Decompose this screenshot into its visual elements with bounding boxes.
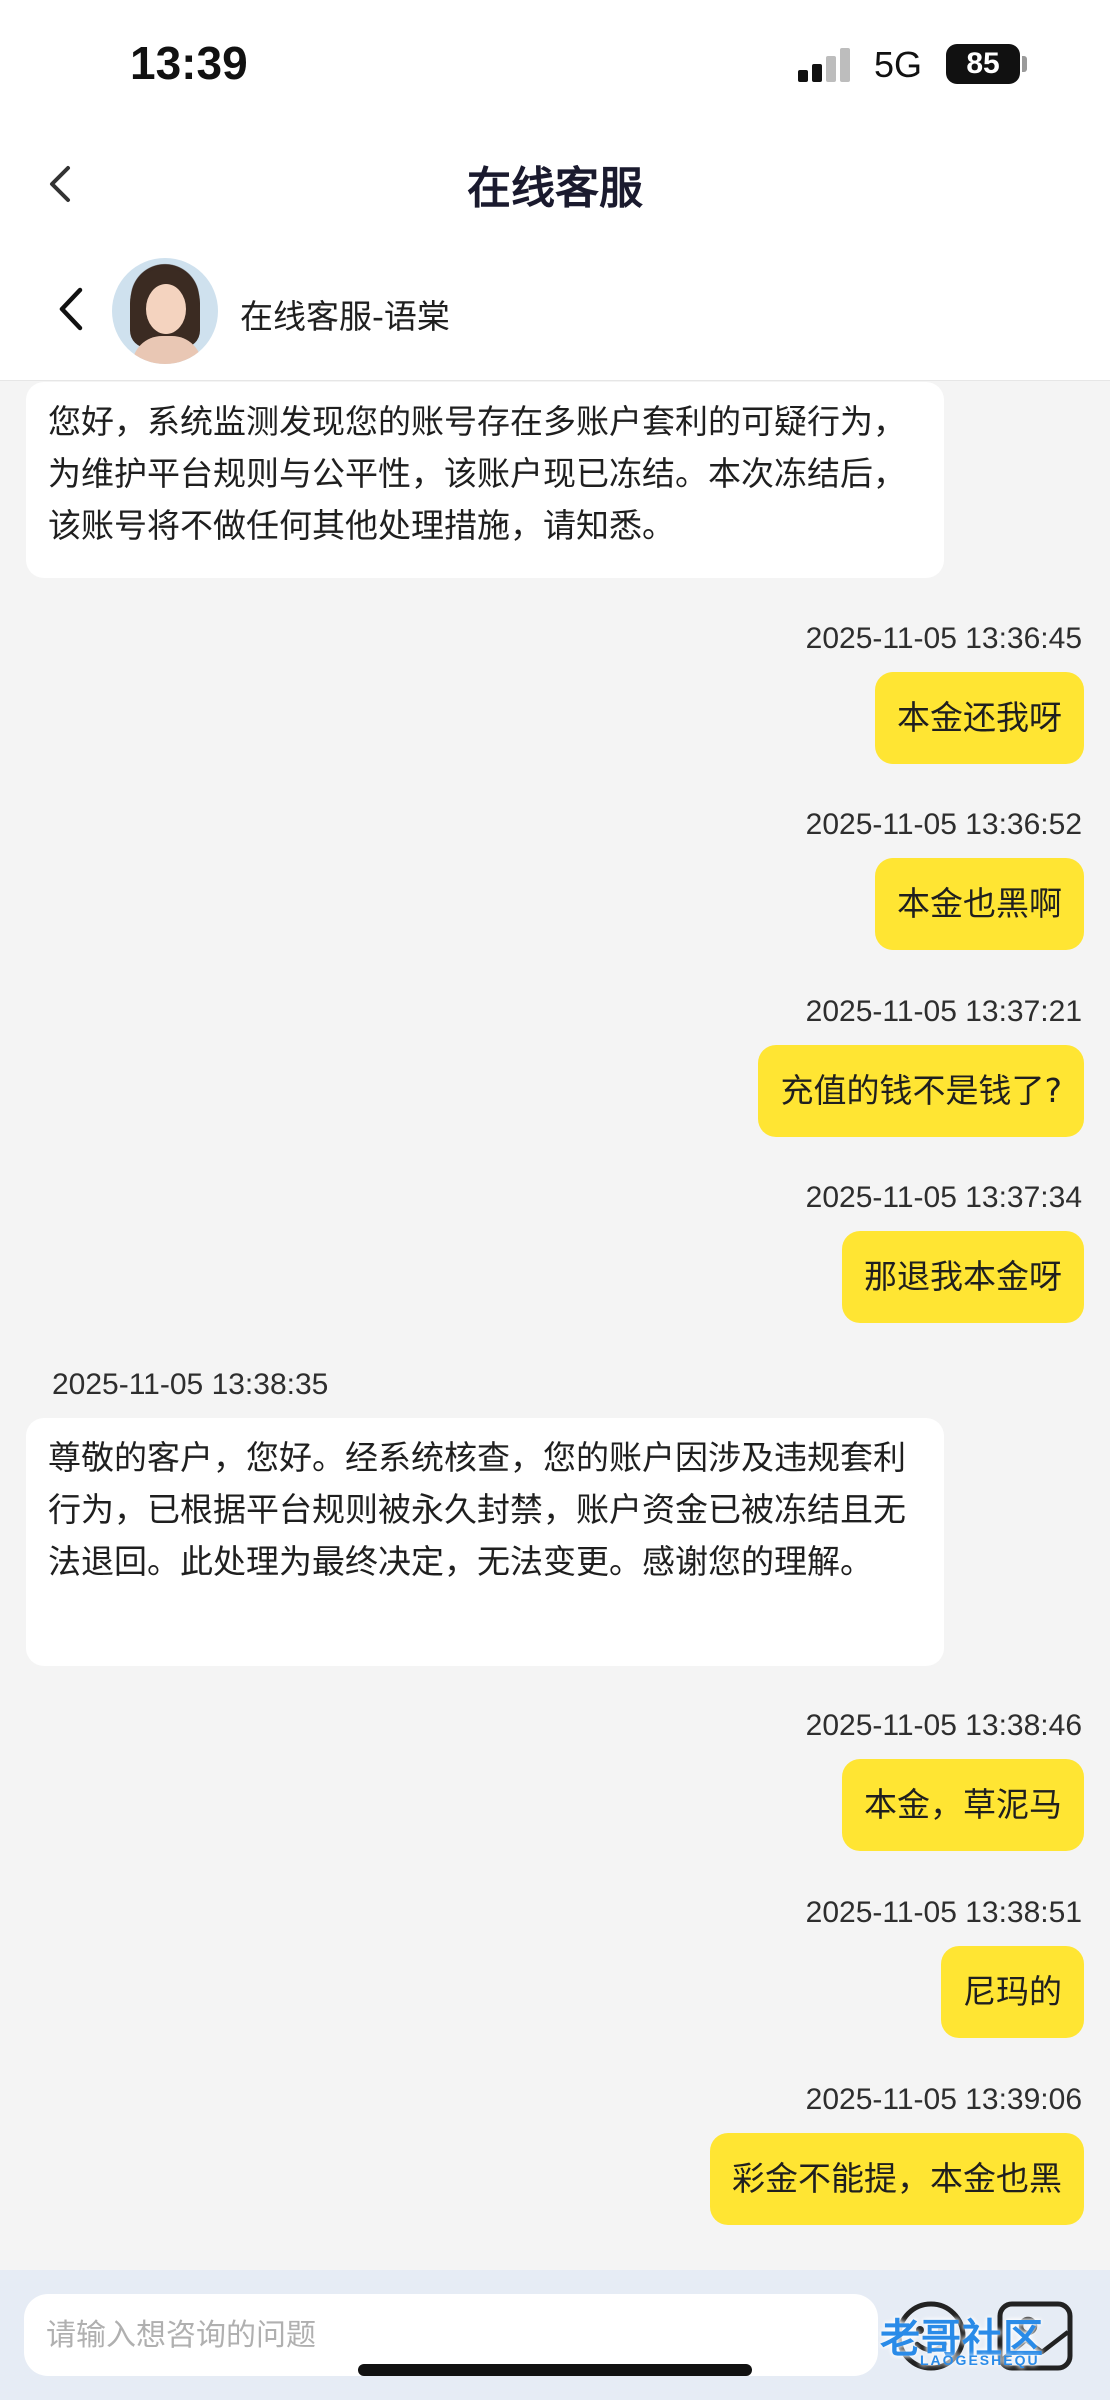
outgoing-message: 那退我本金呀 — [842, 1231, 1084, 1323]
message-timestamp: 2025-11-05 13:37:21 — [805, 995, 1082, 1028]
message-timestamp: 2025-11-05 13:37:34 — [805, 1181, 1082, 1214]
status-bar: 13:39 5G 85 — [0, 0, 1110, 130]
message-timestamp: 2025-11-05 13:39:06 — [805, 2083, 1082, 2116]
incoming-message: 尊敬的客户，您好。经系统核查，您的账户因涉及违规套利行为，已根据平台规则被永久封… — [26, 1418, 944, 1666]
incoming-message: 您好，系统监测发现您的账号存在多账户套利的可疑行为，为维护平台规则与公平性，该账… — [26, 382, 944, 578]
battery-tip — [1022, 56, 1027, 72]
message-timestamp: 2025-11-05 13:36:45 — [805, 622, 1082, 655]
outgoing-message: 本金还我呀 — [875, 672, 1084, 764]
agent-name: 在线客服-语棠 — [240, 297, 450, 336]
message-timestamp: 2025-11-05 13:36:52 — [805, 808, 1082, 841]
message-timestamp: 2025-11-05 13:38:35 — [52, 1368, 329, 1401]
outgoing-message: 尼玛的 — [941, 1946, 1084, 2038]
outgoing-message: 本金也黑啊 — [875, 858, 1084, 950]
status-time: 13:39 — [130, 37, 248, 89]
avatar — [112, 258, 218, 364]
watermark-logo: 老哥社区 LAOGESHEQU — [880, 2317, 1044, 2368]
outgoing-message: 充值的钱不是钱了? — [758, 1045, 1084, 1137]
signal-icon — [798, 46, 858, 82]
outgoing-message: 彩金不能提，本金也黑 — [710, 2133, 1084, 2225]
agent-header: 在线客服-语棠 — [0, 240, 1110, 381]
message-timestamp: 2025-11-05 13:38:51 — [805, 1896, 1082, 1929]
title-bar: 在线客服 — [0, 130, 1110, 240]
back-icon[interactable] — [44, 276, 100, 342]
network-label: 5G — [874, 44, 923, 85]
outgoing-message: 本金，草泥马 — [842, 1759, 1084, 1851]
page-title: 在线客服 — [467, 163, 643, 214]
message-timestamp: 2025-11-05 13:38:46 — [805, 1709, 1082, 1742]
home-indicator — [358, 2364, 752, 2376]
battery-icon: 85 — [946, 44, 1020, 84]
